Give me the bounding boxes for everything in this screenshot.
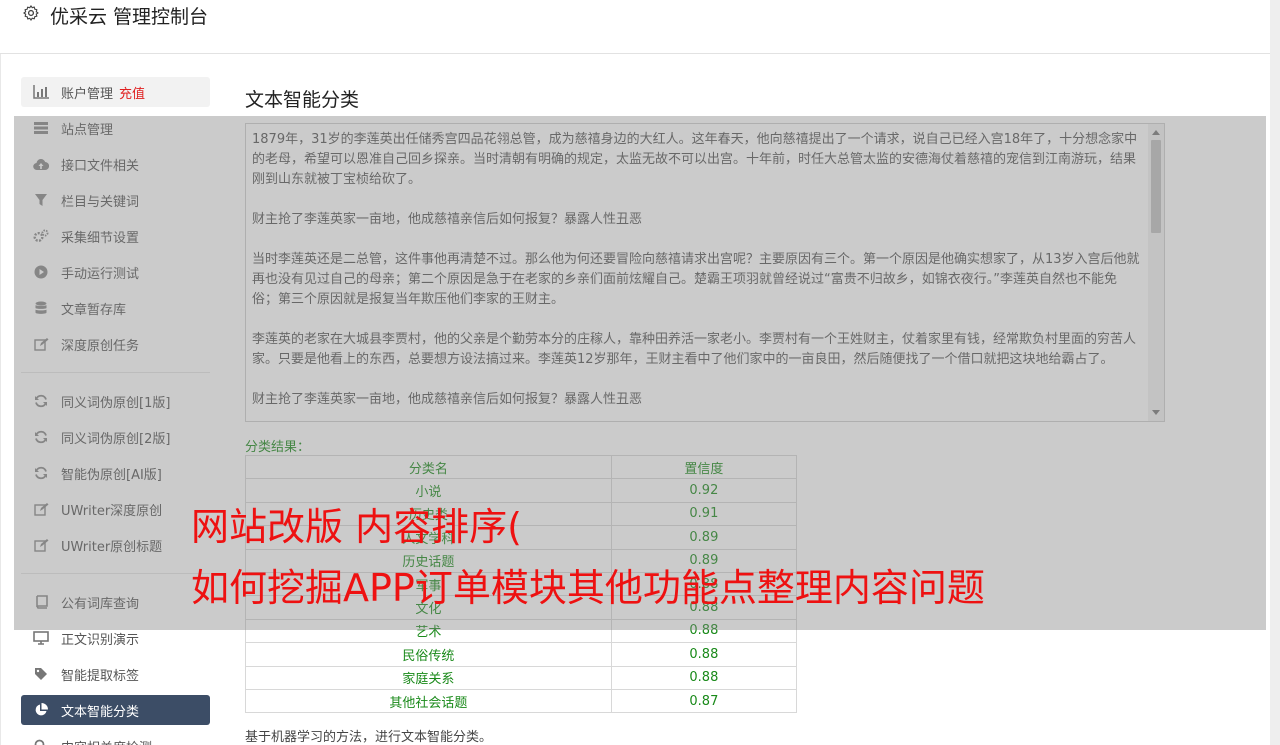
- overlay-banner-line1: 网站改版 内容排序(: [191, 505, 522, 549]
- sidebar-item-label: 内容相关度检测: [61, 737, 152, 745]
- table-row: 民俗传统 0.88: [245, 642, 798, 667]
- category-cell: 家庭关系: [245, 665, 612, 690]
- sidebar-item-label: 文本智能分类: [61, 704, 140, 720]
- pie-chart-icon: [32, 702, 50, 718]
- confidence-cell: 0.88: [610, 665, 798, 690]
- overlay-banner-line2: 如何挖掘APP订单模块其他功能点整理内容问题: [191, 566, 985, 610]
- search-icon: [32, 738, 50, 745]
- sidebar-item-label: 正文识别演示: [61, 632, 140, 648]
- category-cell: 其他社会话题: [245, 688, 612, 714]
- sidebar-item-account[interactable]: 账户管理 充值: [21, 77, 210, 107]
- confidence-cell: 0.87: [610, 688, 798, 714]
- sidebar-item-relevance-check[interactable]: 内容相关度检测: [21, 731, 210, 745]
- method-note: 基于机器学习的方法，进行文本智能分类。: [245, 730, 493, 745]
- bar-chart-icon: [32, 84, 50, 100]
- page-title: 文本智能分类: [245, 89, 360, 111]
- sidebar-item-label: 智能提取标签: [61, 668, 140, 684]
- gear-icon[interactable]: [22, 4, 40, 22]
- table-row: 家庭关系 0.88: [245, 665, 798, 690]
- monitor-icon: [32, 630, 50, 646]
- confidence-cell: 0.88: [610, 642, 798, 667]
- recharge-link[interactable]: 充值: [119, 83, 145, 102]
- sidebar-item-tag-extraction[interactable]: 智能提取标签: [21, 659, 210, 689]
- header-bar: 优采云 管理控制台: [0, 0, 1270, 54]
- sidebar-item-text-classification[interactable]: 文本智能分类: [21, 695, 210, 725]
- tag-icon: [32, 666, 50, 682]
- sidebar-item-label: 账户管理: [61, 86, 114, 102]
- table-row: 其他社会话题 0.87: [245, 688, 798, 714]
- gray-overlay: [14, 116, 1266, 630]
- console-title: 优采云 管理控制台: [50, 6, 209, 28]
- category-cell: 民俗传统: [245, 642, 612, 667]
